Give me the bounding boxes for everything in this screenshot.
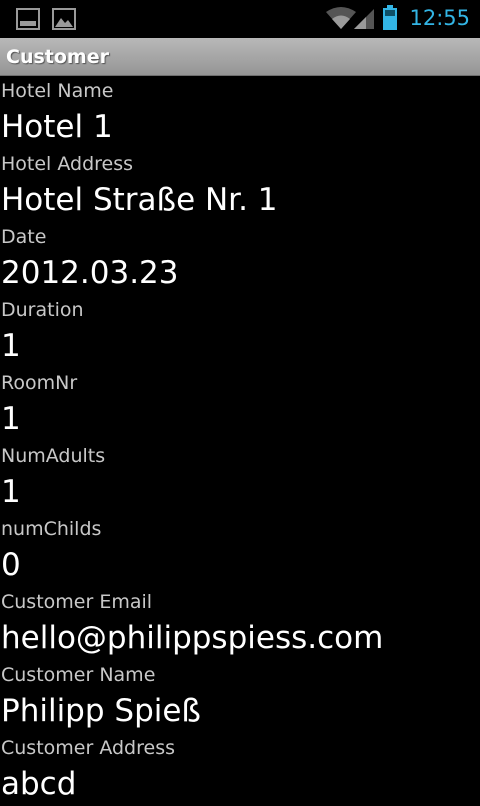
screenshot-icon — [16, 8, 40, 34]
field-label: Date — [1, 226, 47, 248]
field-value: 0 — [1, 547, 21, 583]
field-label: Customer Name — [1, 664, 156, 686]
field-num-childs: numChilds 0 — [0, 514, 480, 587]
field-duration: Duration 1 — [0, 295, 480, 368]
field-value: 1 — [1, 328, 21, 364]
clock-time: 12:55 — [409, 6, 470, 30]
field-hotel-address: Hotel Address Hotel Straße Nr. 1 — [0, 149, 480, 222]
signal-icon — [352, 6, 376, 34]
field-customer-email: Customer Email hello@philippspiess.com — [0, 587, 480, 660]
field-room-nr: RoomNr 1 — [0, 368, 480, 441]
field-label: NumAdults — [1, 445, 106, 467]
page-title: Customer — [6, 46, 109, 68]
field-value: 1 — [1, 401, 21, 437]
gallery-icon — [52, 8, 76, 34]
title-bar: Customer — [0, 38, 480, 76]
field-customer-address: Customer Address abcd — [0, 733, 480, 806]
field-label: numChilds — [1, 518, 102, 540]
field-label: Duration — [1, 299, 84, 321]
field-value: Hotel Straße Nr. 1 — [1, 182, 278, 218]
field-value: hello@philippspiess.com — [1, 620, 384, 656]
field-label: Hotel Name — [1, 80, 114, 102]
field-date: Date 2012.03.23 — [0, 222, 480, 295]
field-value: abcd — [1, 766, 77, 802]
field-hotel-name: Hotel Name Hotel 1 — [0, 76, 480, 149]
battery-icon — [382, 5, 398, 35]
field-num-adults: NumAdults 1 — [0, 441, 480, 514]
field-value: Hotel 1 — [1, 109, 113, 145]
field-customer-name: Customer Name Philipp Spieß — [0, 660, 480, 733]
field-label: Customer Email — [1, 591, 153, 613]
field-value: Philipp Spieß — [1, 693, 201, 729]
field-value: 1 — [1, 474, 21, 510]
status-bar: 12:55 — [0, 0, 480, 38]
field-value: 2012.03.23 — [1, 255, 179, 291]
field-label: RoomNr — [1, 372, 78, 394]
field-label: Customer Address — [1, 737, 175, 759]
field-label: Hotel Address — [1, 153, 134, 175]
customer-details: Hotel Name Hotel 1 Hotel Address Hotel S… — [0, 76, 480, 806]
